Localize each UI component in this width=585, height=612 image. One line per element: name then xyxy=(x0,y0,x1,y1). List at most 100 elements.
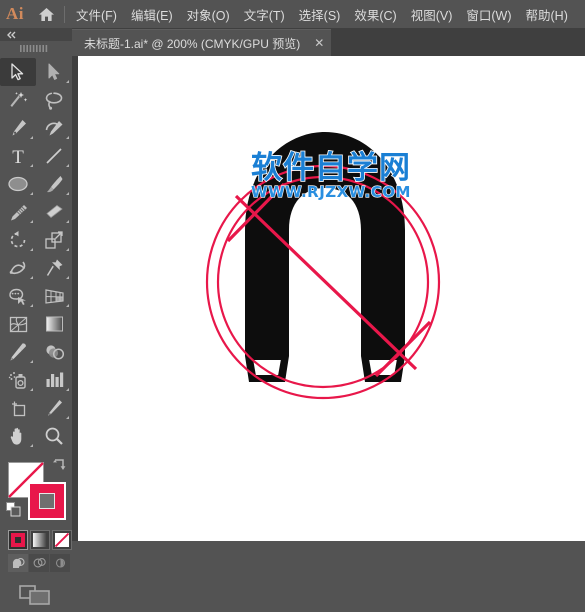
flyout-corner xyxy=(30,164,33,167)
draw-inside-button[interactable] xyxy=(50,554,70,572)
eraser-icon xyxy=(45,205,63,219)
tool-grid: T xyxy=(0,56,72,450)
blend-tool[interactable] xyxy=(36,338,72,366)
color-controls xyxy=(0,450,72,605)
flyout-corner xyxy=(66,164,69,167)
direct-selection-tool[interactable] xyxy=(36,58,72,86)
shaper-tool[interactable] xyxy=(0,198,36,226)
draw-mode-row xyxy=(8,554,70,572)
paintbrush-tool[interactable] xyxy=(36,170,72,198)
lasso-tool[interactable] xyxy=(36,86,72,114)
line-segment-tool[interactable] xyxy=(36,142,72,170)
zoom-tool[interactable] xyxy=(36,422,72,450)
draw-behind-button[interactable] xyxy=(29,554,49,572)
menu-window[interactable]: 窗口(W) xyxy=(459,1,518,28)
ellipse-icon xyxy=(8,176,28,192)
flyout-corner xyxy=(66,192,69,195)
flyout-corner xyxy=(66,276,69,279)
double-chevron-left-icon[interactable] xyxy=(0,28,72,41)
document-tab-title: 未标题-1.ai* @ 200% (CMYK/GPU 预览) xyxy=(84,36,301,51)
hand-tool[interactable] xyxy=(0,422,36,450)
artwork-no-magnet-sign xyxy=(205,132,441,400)
symbol-sprayer-tool[interactable] xyxy=(0,366,36,394)
rotate-icon xyxy=(10,231,25,248)
flyout-corner xyxy=(66,136,69,139)
magic-wand-tool[interactable] xyxy=(0,86,36,114)
white-arrow-cursor-icon xyxy=(48,63,60,80)
flyout-corner xyxy=(30,388,33,391)
swap-arrow-icon[interactable] xyxy=(52,458,66,476)
canvas-area[interactable]: 软件自学网 WWW.RJZXW.COM xyxy=(72,56,585,541)
flyout-corner xyxy=(30,220,33,223)
curvature-tool[interactable] xyxy=(36,114,72,142)
gradient-tool[interactable] xyxy=(36,310,72,338)
width-tool[interactable] xyxy=(0,254,36,282)
bar-chart-icon xyxy=(46,372,63,387)
ellipse-tool[interactable] xyxy=(0,170,36,198)
document-tab-bar: 未标题-1.ai* @ 200% (CMYK/GPU 预览) ✕ xyxy=(72,28,585,56)
shape-builder-icon xyxy=(9,288,26,305)
scale-tool[interactable] xyxy=(36,226,72,254)
flyout-corner xyxy=(30,136,33,139)
artboard-tool[interactable] xyxy=(0,394,36,422)
default-fill-stroke-icon[interactable] xyxy=(6,502,21,522)
draw-normal-button[interactable] xyxy=(8,554,28,572)
eyedropper-tool[interactable] xyxy=(0,338,36,366)
document-tab[interactable]: 未标题-1.ai* @ 200% (CMYK/GPU 预览) ✕ xyxy=(72,29,332,56)
screen-mode-icon xyxy=(19,585,50,605)
double-chevron-left-glyph xyxy=(7,31,16,38)
arrow-cursor-icon xyxy=(11,63,24,81)
gradient-swatch-icon xyxy=(33,533,47,547)
menu-file[interactable]: 文件(F) xyxy=(69,1,124,28)
hand-icon xyxy=(10,427,22,445)
menu-type[interactable]: 文字(T) xyxy=(237,1,292,28)
menu-help[interactable]: 帮助(H) xyxy=(519,1,575,28)
none-mode-button[interactable] xyxy=(52,530,72,550)
stroke-swatch[interactable] xyxy=(28,482,66,520)
selection-tool[interactable] xyxy=(0,58,36,86)
flyout-corner xyxy=(66,304,69,307)
rotate-tool[interactable] xyxy=(0,226,36,254)
menu-view[interactable]: 视图(V) xyxy=(404,1,460,28)
flyout-corner xyxy=(30,360,33,363)
eraser-tool[interactable] xyxy=(36,198,72,226)
artboard[interactable]: 软件自学网 WWW.RJZXW.COM xyxy=(78,56,585,541)
flyout-corner xyxy=(66,416,69,419)
perspective-grid-tool[interactable] xyxy=(36,282,72,310)
flyout-corner xyxy=(30,444,33,447)
grip-dots-icon[interactable] xyxy=(0,41,72,56)
pushpin-icon xyxy=(46,259,62,276)
draw-behind-icon xyxy=(33,558,46,568)
free-transform-tool[interactable] xyxy=(36,254,72,282)
symbol-sprayer-icon xyxy=(8,372,26,389)
flyout-corner xyxy=(30,248,33,251)
pen-nib-icon xyxy=(12,120,26,136)
gradient-mode-button[interactable] xyxy=(30,530,50,550)
menu-select[interactable]: 选择(S) xyxy=(292,1,348,28)
type-tool[interactable]: T xyxy=(0,142,36,170)
none-slash-icon xyxy=(55,533,69,547)
change-screen-mode-button[interactable] xyxy=(0,578,72,612)
home-icon[interactable] xyxy=(30,0,62,28)
slice-tool[interactable] xyxy=(36,394,72,422)
default-fill-stroke-glyph xyxy=(6,502,21,517)
flyout-corner xyxy=(30,304,33,307)
column-graph-tool[interactable] xyxy=(36,366,72,394)
line-diagonal-icon xyxy=(46,147,62,164)
draw-normal-icon xyxy=(12,558,25,568)
color-mode-button[interactable] xyxy=(8,530,28,550)
draw-inside-icon xyxy=(55,558,65,568)
slice-knife-icon xyxy=(48,400,62,416)
illustrator-window: Ai 文件(F) 编辑(E) 对象(O) 文字(T) 选择(S) 效果(C) 视… xyxy=(0,0,585,605)
menu-object[interactable]: 对象(O) xyxy=(180,1,237,28)
magnifier-icon xyxy=(45,427,63,445)
pen-tool[interactable] xyxy=(0,114,36,142)
menu-effect[interactable]: 效果(C) xyxy=(347,1,403,28)
text-t-icon: T xyxy=(12,147,24,166)
mesh-tool[interactable] xyxy=(0,310,36,338)
shape-builder-tool[interactable] xyxy=(0,282,36,310)
svg-text:T: T xyxy=(12,147,24,166)
flyout-corner xyxy=(66,220,69,223)
close-icon[interactable]: ✕ xyxy=(314,37,324,49)
menu-edit[interactable]: 编辑(E) xyxy=(124,1,180,28)
